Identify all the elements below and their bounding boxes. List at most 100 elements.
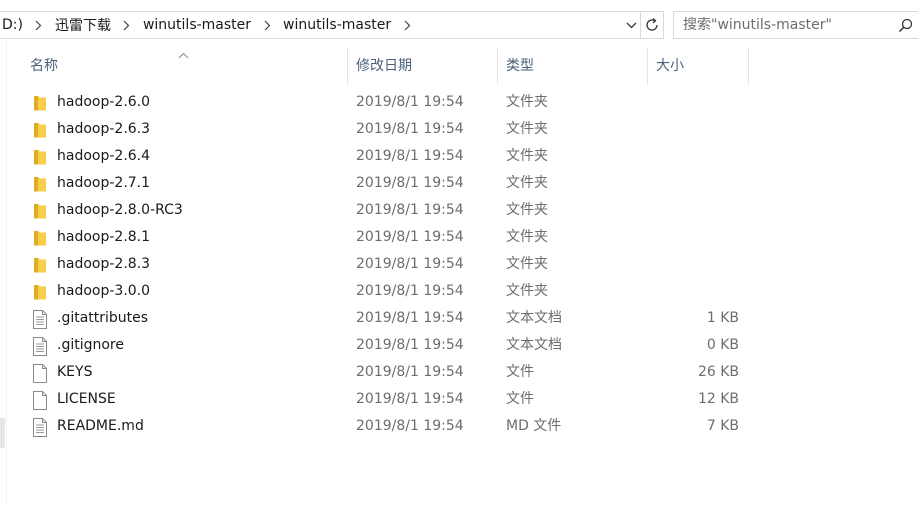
file-row[interactable]: README.md 2019/8/1 19:54 MD 文件 7 KB [0, 413, 918, 440]
file-date: 2019/8/1 19:54 [356, 283, 464, 299]
file-type: 文件 [506, 391, 534, 407]
folder-icon [32, 148, 50, 166]
file-size [640, 197, 739, 224]
breadcrumb-drive[interactable]: D:) [0, 17, 25, 33]
folder-icon [32, 283, 50, 301]
file-type: 文本文档 [506, 310, 562, 326]
file-date: 2019/8/1 19:54 [356, 229, 464, 245]
file-date: 2019/8/1 19:54 [356, 202, 464, 218]
breadcrumb-winutils-master[interactable]: winutils-master [141, 17, 253, 33]
file-row[interactable]: LICENSE 2019/8/1 19:54 文件 12 KB [0, 386, 918, 413]
file-size [640, 116, 739, 143]
refresh-icon [646, 18, 658, 31]
breadcrumb-winutils-master-current[interactable]: winutils-master [281, 17, 393, 33]
folder-icon [32, 256, 50, 274]
file-row[interactable]: hadoop-2.8.0-RC3 2019/8/1 19:54 文件夹 [0, 197, 918, 224]
file-row[interactable]: hadoop-3.0.0 2019/8/1 19:54 文件夹 [0, 278, 918, 305]
file-date: 2019/8/1 19:54 [356, 337, 464, 353]
column-header-date[interactable]: 修改日期 [348, 48, 498, 84]
file-date: 2019/8/1 19:54 [356, 148, 464, 164]
column-header-type[interactable]: 类型 [498, 48, 648, 84]
file-row[interactable]: hadoop-2.6.3 2019/8/1 19:54 文件夹 [0, 116, 918, 143]
file-type: 文件 [506, 364, 534, 380]
search-input[interactable] [674, 13, 892, 37]
file-type: 文件夹 [506, 121, 548, 137]
file-name: hadoop-2.6.0 [57, 94, 151, 110]
file-name: hadoop-2.6.4 [57, 148, 151, 164]
file-row[interactable]: hadoop-2.6.0 2019/8/1 19:54 文件夹 [0, 89, 918, 116]
folder-icon [32, 229, 50, 247]
blank-file-icon [32, 364, 50, 383]
file-type: 文件夹 [506, 175, 548, 191]
refresh-button[interactable] [640, 12, 663, 38]
column-header-size[interactable]: 大小 [648, 48, 749, 84]
file-size [640, 251, 739, 278]
search-icon[interactable] [892, 18, 918, 33]
chevron-right-icon[interactable] [393, 20, 421, 31]
file-name: hadoop-2.8.1 [57, 229, 151, 245]
file-size [640, 170, 739, 197]
file-size: 1 KB [706, 310, 739, 326]
file-row[interactable]: hadoop-2.6.4 2019/8/1 19:54 文件夹 [0, 143, 918, 170]
file-date: 2019/8/1 19:54 [356, 94, 464, 110]
file-size: 0 KB [706, 337, 739, 353]
chevron-right-icon[interactable] [113, 20, 141, 31]
file-name: README.md [57, 418, 144, 434]
file-date: 2019/8/1 19:54 [356, 310, 464, 326]
file-name: .gitignore [57, 337, 124, 353]
file-date: 2019/8/1 19:54 [356, 364, 464, 380]
column-headers: 名称 修改日期 类型 大小 [0, 48, 918, 84]
history-dropdown-button[interactable] [622, 12, 640, 38]
file-name: hadoop-3.0.0 [57, 283, 151, 299]
breadcrumb: D:) 迅雷下载 winutils-master winutils-master [0, 15, 421, 35]
search-box[interactable] [673, 11, 918, 39]
file-type: 文件夹 [506, 148, 548, 164]
breadcrumb-xunlei[interactable]: 迅雷下载 [53, 15, 113, 35]
file-date: 2019/8/1 19:54 [356, 391, 464, 407]
file-row[interactable]: hadoop-2.8.1 2019/8/1 19:54 文件夹 [0, 224, 918, 251]
file-size [640, 89, 739, 116]
folder-icon [32, 121, 50, 139]
file-type: 文件夹 [506, 256, 548, 272]
address-bar[interactable]: D:) 迅雷下载 winutils-master winutils-master [0, 11, 664, 39]
file-size [640, 278, 739, 305]
file-size: 12 KB [697, 391, 739, 407]
file-row[interactable]: hadoop-2.8.3 2019/8/1 19:54 文件夹 [0, 251, 918, 278]
file-type: MD 文件 [506, 418, 562, 434]
blank-file-icon [32, 391, 50, 410]
folder-icon [32, 175, 50, 193]
file-name: .gitattributes [57, 310, 149, 326]
file-name: KEYS [57, 364, 93, 380]
text-file-icon [32, 337, 50, 356]
file-size [640, 143, 739, 170]
file-date: 2019/8/1 19:54 [356, 121, 464, 137]
file-row[interactable]: .gitattributes 2019/8/1 19:54 文本文档 1 KB [0, 305, 918, 332]
file-date: 2019/8/1 19:54 [356, 418, 464, 434]
file-type: 文件夹 [506, 202, 548, 218]
file-date: 2019/8/1 19:54 [356, 175, 464, 191]
file-type: 文件夹 [506, 229, 548, 245]
file-name: LICENSE [57, 391, 116, 407]
chevron-right-icon[interactable] [25, 20, 53, 31]
column-header-name[interactable]: 名称 [22, 48, 348, 84]
chevron-right-icon[interactable] [253, 20, 281, 31]
file-type: 文件夹 [506, 283, 548, 299]
file-size: 26 KB [697, 364, 739, 380]
folder-icon [32, 94, 50, 112]
file-name: hadoop-2.7.1 [57, 175, 151, 191]
file-row[interactable]: hadoop-2.7.1 2019/8/1 19:54 文件夹 [0, 170, 918, 197]
file-type: 文件夹 [506, 94, 548, 110]
file-type: 文本文档 [506, 337, 562, 353]
text-file-icon [32, 310, 50, 329]
chevron-down-icon [626, 22, 636, 28]
file-row[interactable]: .gitignore 2019/8/1 19:54 文本文档 0 KB [0, 332, 918, 359]
file-name: hadoop-2.6.3 [57, 121, 151, 137]
folder-icon [32, 202, 50, 220]
file-size: 7 KB [706, 418, 739, 434]
file-name: hadoop-2.8.3 [57, 256, 151, 272]
file-size [640, 224, 739, 251]
text-file-icon [32, 418, 50, 437]
file-row[interactable]: KEYS 2019/8/1 19:54 文件 26 KB [0, 359, 918, 386]
file-date: 2019/8/1 19:54 [356, 256, 464, 272]
file-name: hadoop-2.8.0-RC3 [57, 202, 183, 218]
